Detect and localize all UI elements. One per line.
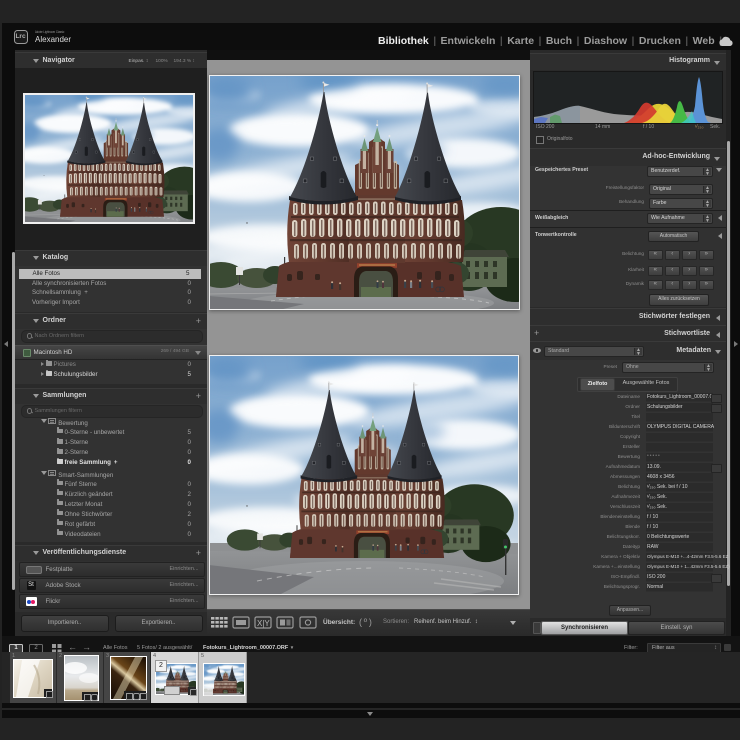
svg-text:X|Y: X|Y	[257, 619, 270, 628]
